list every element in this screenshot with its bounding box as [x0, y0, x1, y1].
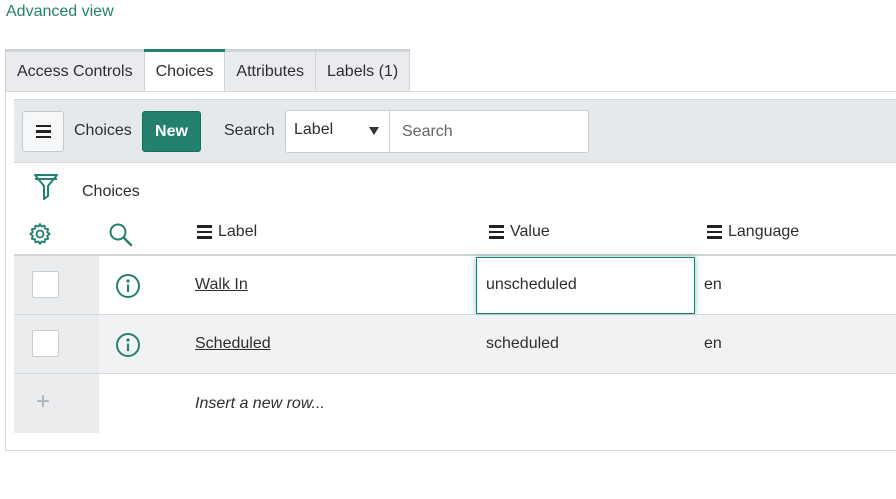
related-list-tabs: Access Controls Choices Attributes Label… [5, 49, 411, 93]
info-icon[interactable] [115, 273, 141, 304]
list-menu-button[interactable] [22, 111, 64, 152]
column-menu-icon[interactable] [489, 225, 504, 239]
column-menu-icon[interactable] [707, 225, 722, 239]
row-checkbox[interactable] [32, 330, 59, 357]
row-select-cell [14, 315, 99, 373]
column-header-value-text: Value [510, 223, 550, 240]
column-header-row: Label Value Language [14, 211, 896, 256]
search-icon[interactable] [108, 222, 134, 253]
row-select-cell [14, 256, 99, 314]
filter-funnel-icon[interactable] [33, 172, 59, 207]
gear-icon[interactable] [28, 222, 52, 251]
search-field-select[interactable]: Label [286, 111, 390, 152]
insert-new-row[interactable]: Insert a new row... [195, 395, 325, 413]
table-row: Scheduled scheduled en [14, 315, 896, 374]
column-header-label[interactable]: Label [197, 223, 257, 241]
column-header-label-text: Label [218, 223, 258, 240]
advanced-view-link[interactable]: Advanced view [6, 3, 114, 21]
plus-icon[interactable]: + [36, 390, 50, 414]
search-field-value: Label [294, 121, 334, 138]
cell-label-link[interactable]: Scheduled [195, 335, 271, 353]
list-title: Choices [74, 122, 132, 139]
breadcrumb[interactable]: Choices [82, 183, 140, 201]
add-row-cell: + [14, 374, 99, 433]
column-header-value[interactable]: Value [489, 223, 550, 241]
search-group: Label [285, 110, 589, 153]
row-checkbox[interactable] [32, 271, 59, 298]
tab-attributes[interactable]: Attributes [225, 52, 316, 92]
cell-value[interactable]: scheduled [486, 335, 559, 353]
column-header-language-text: Language [728, 223, 800, 240]
column-menu-icon[interactable] [197, 225, 212, 239]
search-input[interactable] [390, 111, 588, 152]
column-header-language[interactable]: Language [707, 223, 799, 241]
choices-panel: Choices New Search Label Choices [5, 91, 896, 451]
new-button[interactable]: New [142, 111, 201, 152]
search-label: Search [224, 122, 275, 139]
tab-labels[interactable]: Labels (1) [316, 52, 409, 92]
hamburger-icon [35, 124, 51, 128]
insert-row: + Insert a new row... [14, 374, 896, 433]
tab-access-controls[interactable]: Access Controls [6, 52, 145, 92]
cell-language[interactable]: en [704, 335, 722, 353]
cell-language[interactable]: en [704, 276, 722, 294]
table-row: Walk In unscheduled en [14, 256, 896, 315]
cell-label-link[interactable]: Walk In [195, 276, 248, 294]
tab-choices[interactable]: Choices [143, 49, 226, 93]
info-icon[interactable] [115, 332, 141, 363]
list-header: Choices New Search Label [14, 99, 896, 163]
caret-down-icon [369, 127, 379, 135]
cell-value[interactable]: unscheduled [486, 276, 577, 294]
